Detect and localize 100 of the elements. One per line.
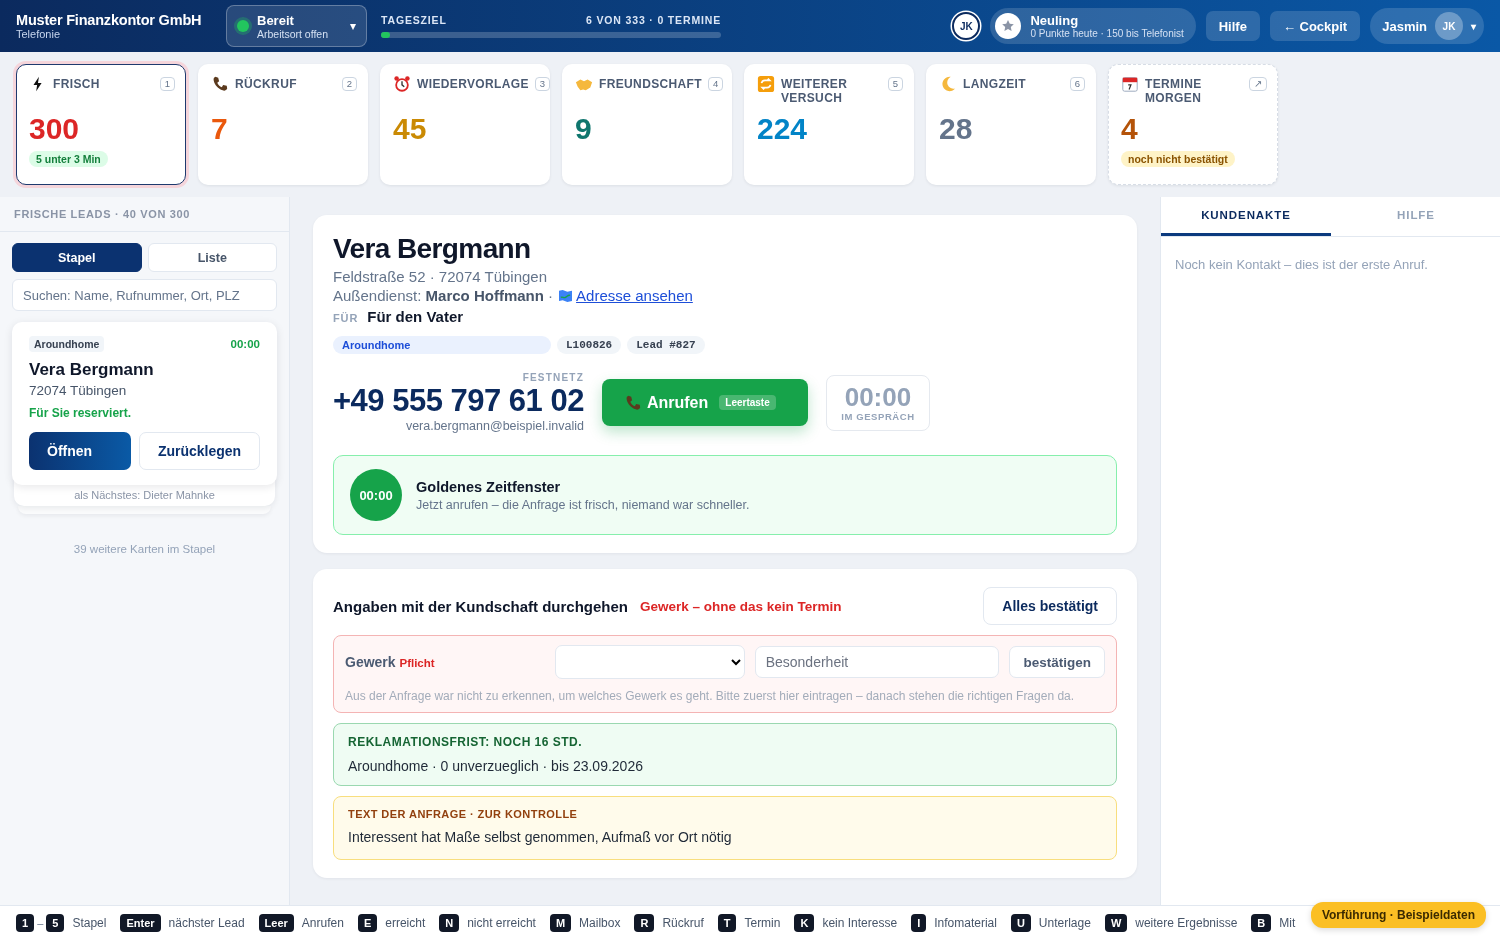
tile-label: TERMINE MORGEN <box>1145 77 1203 105</box>
shortcut-label: nächster Lead <box>168 916 245 930</box>
tile-count: 300 <box>29 111 81 147</box>
shortcut-badge: ↗ <box>1249 77 1267 91</box>
confirm-all-button[interactable]: Alles bestätigt <box>983 587 1117 625</box>
queue-tile[interactable]: WEITERER VERSUCH 5 224 <box>744 64 914 185</box>
key-cap: I <box>911 914 927 932</box>
queue-tile[interactable]: FRISCH 1 300 5 unter 3 Min <box>16 64 186 185</box>
contact-name: Vera Bergmann <box>333 233 532 265</box>
view-tab[interactable]: Liste <box>147 243 277 272</box>
status-dropdown[interactable]: Bereit Arbeitsort offen ▾ <box>226 5 367 47</box>
key-cap: T <box>717 914 737 932</box>
lead-city: 72074 Tübingen <box>29 383 128 398</box>
notice-title: TEXT DER ANFRAGE · ZUR KONTROLLE <box>348 808 579 820</box>
checklist-title: Angaben mit der Kundschaft durchgehen <box>333 597 629 615</box>
shortcut-badge: 1 <box>159 77 175 91</box>
queue-tile[interactable]: WIEDERVORLAGE 3 45 <box>380 64 550 185</box>
golden-timer: 00:00 <box>350 469 402 521</box>
key-cap: E <box>357 914 378 932</box>
rank-pill: Neuling 0 Punkte heute · 150 bis Telefonist <box>990 8 1196 44</box>
map-link[interactable]: Adresse ansehen <box>558 287 693 304</box>
demo-badge: Vorführung · Beispieldaten <box>1310 902 1486 928</box>
goal-label: TAGESZIEL <box>381 14 447 26</box>
contact-address: Feldstraße 52 · 72074 Tübingen <box>333 268 549 285</box>
key-cap: 1 <box>16 914 35 932</box>
shortcut-label: Stapel <box>72 916 107 930</box>
queue-tile[interactable]: TERMINE MORGEN ↗ 4 noch nicht bestätigt <box>1108 64 1278 185</box>
shortcut-label: erreicht <box>385 916 426 930</box>
email-address: vera.bergmann@beispiel.invalid <box>405 419 584 433</box>
shortcut-badge: 4 <box>708 77 724 91</box>
phone-type: FESTNETZ <box>522 372 584 383</box>
avatar-initials: JK <box>952 12 981 40</box>
header-button[interactable]: Hilfe <box>1205 11 1260 41</box>
notice-text: Aroundhome · 0 unverzueglich · bis 23.09.2026 <box>348 758 644 774</box>
shortcut-label: Rückruf <box>662 916 704 930</box>
shortcut-label: Mit <box>1279 916 1296 930</box>
repeat-icon <box>757 75 775 93</box>
tile-count: 28 <box>939 111 974 147</box>
key-cap: B <box>1251 914 1272 932</box>
key-cap: M <box>549 914 572 932</box>
shortcut-label: kein Interesse <box>822 916 898 930</box>
tile-label: FREUNDSCHAFT <box>599 77 702 91</box>
checklist-warning: Gewerk – ohne das kein Termin <box>640 598 842 614</box>
shortcut-label: nicht erreicht <box>467 916 536 930</box>
key-cap: 5 <box>46 914 65 932</box>
field-rep: Außendienst: Marco Hoffmann · <box>333 287 554 304</box>
tile-note: 5 unter 3 Min <box>29 151 108 167</box>
banner-text: Jetzt anrufen – die Anfrage ist frisch, niemand war schneller. <box>416 497 750 512</box>
calendar-icon <box>1121 75 1139 93</box>
shortcut-label: Unterlage <box>1038 916 1091 930</box>
section-heading: FRISCHE LEADS · 40 VON 300 <box>0 197 289 232</box>
panel-tab[interactable]: KUNDENAKTE <box>1161 197 1331 236</box>
range-dash: – <box>37 917 44 929</box>
shortcut-badge: 6 <box>1069 77 1085 91</box>
shortcut-label: weitere Ergebnisse <box>1135 916 1238 930</box>
shortcut-label: Infomaterial <box>934 916 997 930</box>
key-cap: R <box>634 914 655 932</box>
moon-icon <box>939 75 957 93</box>
tile-label: LANGZEIT <box>963 77 1027 91</box>
tile-count: 7 <box>211 111 229 147</box>
contact-tag: L100826 <box>557 336 622 354</box>
app-subtitle: Telefonie <box>16 28 62 40</box>
company-name: Muster Finanzkontor GmbH <box>16 12 203 28</box>
shortcut-badge: 5 <box>887 77 903 91</box>
source-tag: Aroundhome <box>29 336 105 352</box>
search-field[interactable]: Suchen: Name, Rufnummer, Ort, PLZ <box>12 279 277 311</box>
for-label: FÜR <box>333 312 359 324</box>
key-cap: N <box>439 914 460 932</box>
shortcut-badge: 2 <box>341 77 357 91</box>
tile-label: WEITERER VERSUCH <box>781 77 849 105</box>
remaining-count: 39 weitere Karten im Stapel <box>72 543 217 555</box>
reserved-note: Für Sie reserviert. <box>29 406 133 420</box>
header-button[interactable]: ← Cockpit <box>1269 11 1361 41</box>
queue-tile[interactable]: RÜCKRUF 2 7 <box>198 64 368 185</box>
shortcut-label: Termin <box>744 916 781 930</box>
put-back-button[interactable]: Zurücklegen <box>139 432 260 470</box>
trade-hint: Aus der Anfrage war nicht zu erkennen, um welches Gewerk es geht. Bitte zuerst hier eintragen – danach stehen die richtigen Fragen da. <box>345 688 1076 704</box>
lead-timer: 00:00 <box>230 338 260 350</box>
for-value: Für den Vater <box>367 308 464 325</box>
queue-tile[interactable]: FREUNDSCHAFT 4 9 <box>562 64 732 185</box>
tile-count: 45 <box>393 111 428 147</box>
alarm-clock-icon <box>393 75 411 93</box>
queue-tile[interactable]: LANGZEIT 6 28 <box>926 64 1096 185</box>
confirm-button[interactable]: bestätigen <box>1009 646 1105 678</box>
view-tab[interactable]: Stapel <box>12 243 142 272</box>
key-cap: U <box>1010 914 1031 932</box>
map-icon <box>558 289 574 302</box>
trade-select[interactable] <box>554 645 745 679</box>
tile-label: RÜCKRUF <box>235 77 298 91</box>
key-cap: Enter <box>120 914 161 932</box>
tile-label: FRISCH <box>53 77 101 91</box>
phone-icon <box>211 75 229 93</box>
tile-count: 9 <box>575 111 593 147</box>
tile-label: WIEDERVORLAGE <box>417 77 529 91</box>
detail-field[interactable]: Besonderheit <box>754 646 1000 678</box>
key-cap: Leer <box>258 914 294 932</box>
banner-title: Goldenes Zeitfenster <box>416 478 562 495</box>
user-menu[interactable]: Jasmin JK ▾ <box>1370 8 1484 44</box>
open-button[interactable]: Öffnen <box>29 432 131 470</box>
goal-reading: 6 VON 333 · 0 TERMINE <box>586 14 721 26</box>
